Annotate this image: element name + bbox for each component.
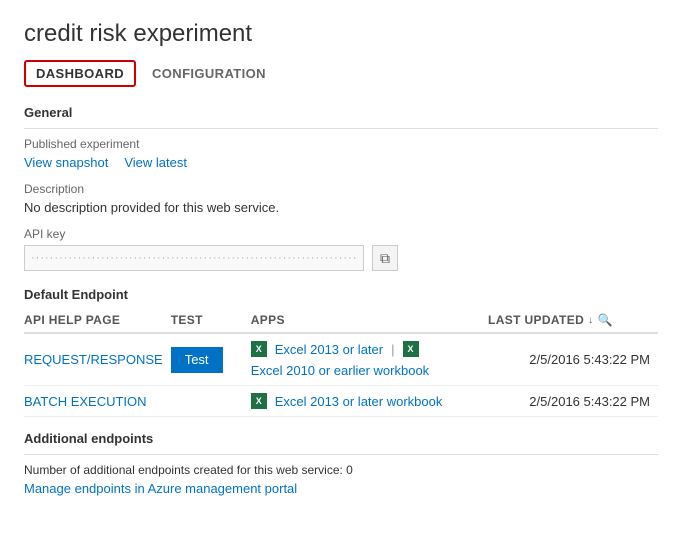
batch-execution-link[interactable]: BATCH EXECUTION — [24, 394, 147, 409]
sort-down-icon[interactable]: ↓ — [588, 315, 593, 326]
manage-endpoints-link[interactable]: Manage endpoints in Azure management por… — [24, 481, 297, 496]
excel-icon-2: X — [403, 341, 419, 357]
published-label: Published experiment — [24, 137, 658, 151]
copy-icon: ⧉ — [380, 250, 390, 267]
table-row: REQUEST/RESPONSE Test X Excel 2013 or la… — [24, 333, 658, 386]
col-lastupdated-header: LAST UPDATED ↓ 🔍 — [488, 308, 658, 333]
published-row: View snapshot View latest — [24, 155, 658, 170]
excel-2013-link[interactable]: Excel 2013 or later — [275, 342, 383, 357]
copy-apikey-button[interactable]: ⧉ — [372, 245, 398, 271]
app-link-row-batch: X Excel 2013 or later workbook — [251, 393, 480, 409]
test-btn-cell: Test — [171, 333, 251, 386]
additional-label: Additional endpoints — [24, 431, 658, 446]
apikey-section: API key ⧉ — [24, 227, 658, 271]
default-endpoint-section: Default Endpoint API HELP PAGE TEST APPS… — [24, 287, 658, 417]
view-latest-link[interactable]: View latest — [124, 155, 187, 170]
additional-desc: Number of additional endpoints created f… — [24, 463, 658, 477]
tab-dashboard[interactable]: DASHBOARD — [24, 60, 136, 87]
view-snapshot-link[interactable]: View snapshot — [24, 155, 108, 170]
col-test-header: TEST — [171, 308, 251, 333]
excel-icon-1: X — [251, 341, 267, 357]
apps-cell-rr: X Excel 2013 or later | X Excel 2010 or … — [251, 333, 488, 386]
test-button-rr[interactable]: Test — [171, 347, 223, 373]
apps-cell-batch: X Excel 2013 or later workbook — [251, 386, 488, 417]
description-text: No description provided for this web ser… — [24, 200, 658, 215]
request-response-link[interactable]: REQUEST/RESPONSE — [24, 352, 163, 367]
endpoint-section-label: Default Endpoint — [24, 287, 658, 302]
excel-2010-link[interactable]: Excel 2010 or earlier workbook — [251, 363, 429, 378]
apikey-row: ⧉ — [24, 245, 658, 271]
additional-divider — [24, 454, 658, 455]
col-apihelp-header: API HELP PAGE — [24, 308, 171, 333]
main-container: credit risk experiment DASHBOARD CONFIGU… — [0, 0, 682, 516]
additional-endpoints-section: Additional endpoints Number of additiona… — [24, 431, 658, 496]
description-section: Description No description provided for … — [24, 182, 658, 215]
table-row: BATCH EXECUTION X Excel 2013 or later wo… — [24, 386, 658, 417]
last-updated-rr: 2/5/2016 5:43:22 PM — [488, 333, 658, 386]
tabs-bar: DASHBOARD CONFIGURATION — [24, 60, 658, 87]
col-apps-header: APPS — [251, 308, 488, 333]
apikey-label: API key — [24, 227, 658, 241]
header-row: API HELP PAGE TEST APPS LAST UPDATED ↓ 🔍 — [24, 308, 658, 333]
excel-icon-3: X — [251, 393, 267, 409]
search-icon[interactable]: 🔍 — [597, 313, 612, 327]
request-response-link-cell: REQUEST/RESPONSE — [24, 333, 171, 386]
pipe-separator: | — [391, 342, 394, 357]
last-updated-batch: 2/5/2016 5:43:22 PM — [488, 386, 658, 417]
description-label: Description — [24, 182, 658, 196]
general-section-label: General — [24, 105, 658, 120]
excel-2013-batch-link[interactable]: Excel 2013 or later workbook — [275, 394, 443, 409]
page-title: credit risk experiment — [24, 20, 658, 48]
endpoint-table: API HELP PAGE TEST APPS LAST UPDATED ↓ 🔍 — [24, 308, 658, 417]
apikey-input[interactable] — [24, 245, 364, 271]
last-updated-header-label: LAST UPDATED ↓ 🔍 — [488, 313, 650, 327]
test-btn-cell-batch — [171, 386, 251, 417]
endpoint-table-header: API HELP PAGE TEST APPS LAST UPDATED ↓ 🔍 — [24, 308, 658, 333]
endpoint-table-body: REQUEST/RESPONSE Test X Excel 2013 or la… — [24, 333, 658, 417]
app-link-row-rr: X Excel 2013 or later | X Excel 2010 or … — [251, 341, 480, 378]
tab-configuration[interactable]: CONFIGURATION — [152, 60, 278, 87]
general-divider — [24, 128, 658, 129]
batch-execution-link-cell: BATCH EXECUTION — [24, 386, 171, 417]
